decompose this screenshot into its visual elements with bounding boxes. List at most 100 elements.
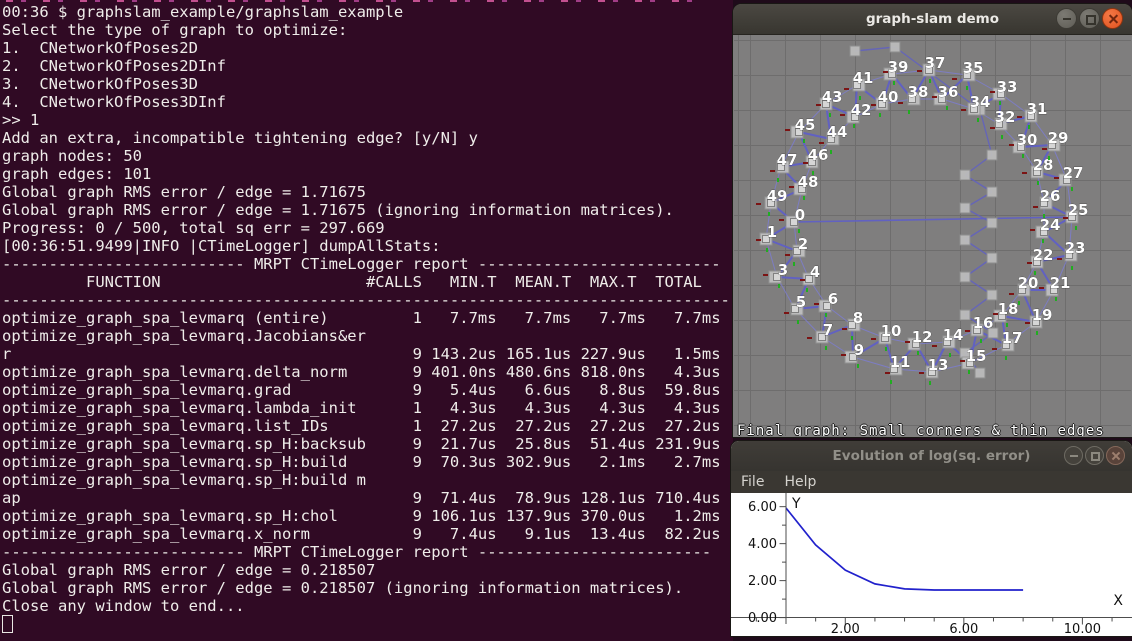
node-label: 31 [1027,100,1048,118]
x-tick-label: 2.00 [831,622,860,636]
node-label: 4 [810,263,820,281]
green-mark [806,288,808,292]
node-label: 40 [878,88,899,106]
node-label: 5 [796,293,806,311]
green-mark [1075,226,1077,230]
node-label: 35 [963,59,984,77]
node-label: 49 [767,187,788,205]
green-mark [793,262,795,266]
node-label: 1 [767,223,777,241]
graph-canvas[interactable]: 0123456789101112131415161718192021222324… [734,35,1131,436]
red-mark [816,104,821,106]
node-label: 6 [828,290,838,308]
red-mark [1042,148,1047,150]
green-mark [1037,181,1039,185]
green-mark [929,79,931,83]
initial-graph-node [960,203,970,213]
node-label: 23 [1065,239,1086,257]
green-mark [929,381,931,385]
green-mark [949,353,951,357]
red-mark [952,78,957,80]
graphslam-titlebar[interactable]: graph-slam demo [733,4,1132,35]
red-mark [932,96,937,98]
green-mark [1018,301,1020,305]
node-label: 44 [827,123,848,141]
x-tick-label: 6.00 [949,622,978,636]
node-label: 3 [778,261,788,279]
green-mark [778,284,780,288]
graph-legend: Final graph: Small corners & thin edges … [737,389,1105,436]
red-mark [1027,262,1032,264]
red-mark [961,109,966,111]
node-label: 33 [997,78,1018,96]
node-label: 28 [1033,156,1054,174]
node-label: 16 [973,314,994,332]
initial-graph-node [960,272,970,282]
node-label: 32 [995,108,1016,126]
y-tick-label: 0.00 [748,611,777,626]
close-button[interactable] [1106,446,1125,465]
maximize-button[interactable] [1085,446,1104,465]
minimize-button[interactable] [1056,8,1077,29]
green-mark [851,336,853,340]
node-label: 21 [1050,274,1071,292]
red-mark [841,354,846,356]
red-mark [784,312,789,314]
window-title: Evolution of log(sq. error) [833,448,1031,464]
red-mark [1025,322,1030,324]
node-label: 10 [881,322,902,340]
node-label: 15 [966,347,987,365]
initial-graph-node [987,187,997,197]
graphslam-window[interactable]: graph-slam demo 012345678910111213141516… [733,4,1132,437]
red-mark [842,328,847,330]
red-mark [1017,116,1022,118]
green-mark [966,86,968,90]
green-mark [825,346,827,350]
green-mark [859,96,861,100]
green-mark [980,339,982,343]
red-mark [932,345,937,347]
node-label: 39 [888,58,909,76]
x-axis-label: X [1113,593,1123,609]
graph-figure: 0123456789101112131415161718192021222324… [734,35,1131,436]
node-label: 14 [943,326,964,344]
green-mark [1055,297,1057,301]
close-button[interactable] [1102,8,1123,29]
node-label: 41 [853,69,874,87]
red-mark [960,360,965,362]
green-mark [1043,214,1045,218]
terminal-window[interactable]: 00:36 $ graphslam_example/graphslam_exam… [0,0,733,641]
menu-item-file[interactable]: File [741,474,764,490]
node-label: 12 [912,328,933,346]
menu-item-help[interactable]: Help [784,474,816,490]
red-mark [871,338,876,340]
initial-graph-node [960,235,970,245]
red-mark [1030,229,1035,231]
green-mark [879,113,881,117]
green-mark [946,106,948,110]
plot-window[interactable]: Evolution of log(sq. error) File Help 2.… [731,441,1132,636]
red-mark [770,170,775,172]
node-label: 25 [1068,201,1089,219]
initial-graph-node [890,42,900,52]
node-label: 34 [970,93,991,111]
minimize-button[interactable] [1064,446,1083,465]
red-mark [905,341,910,343]
initial-graph-node [987,253,997,263]
error-plot-figure[interactable]: 2.006.0010.000.002.004.006.00YX [731,493,1132,636]
red-mark [898,102,903,104]
plot-titlebar[interactable]: Evolution of log(sq. error) [731,441,1132,472]
green-mark [1006,323,1008,327]
green-mark [890,380,892,384]
red-mark [789,186,794,188]
initial-graph-node [987,290,997,300]
desktop: 00:36 $ graphslam_example/graphslam_exam… [0,0,1132,641]
node-label: 30 [1017,131,1038,149]
green-mark [797,320,799,324]
green-mark [803,139,805,143]
maximize-button[interactable] [1079,8,1100,29]
red-mark [1057,258,1062,260]
green-mark [1001,135,1003,139]
node-label: 47 [777,151,798,169]
node-label: 27 [1063,164,1084,182]
